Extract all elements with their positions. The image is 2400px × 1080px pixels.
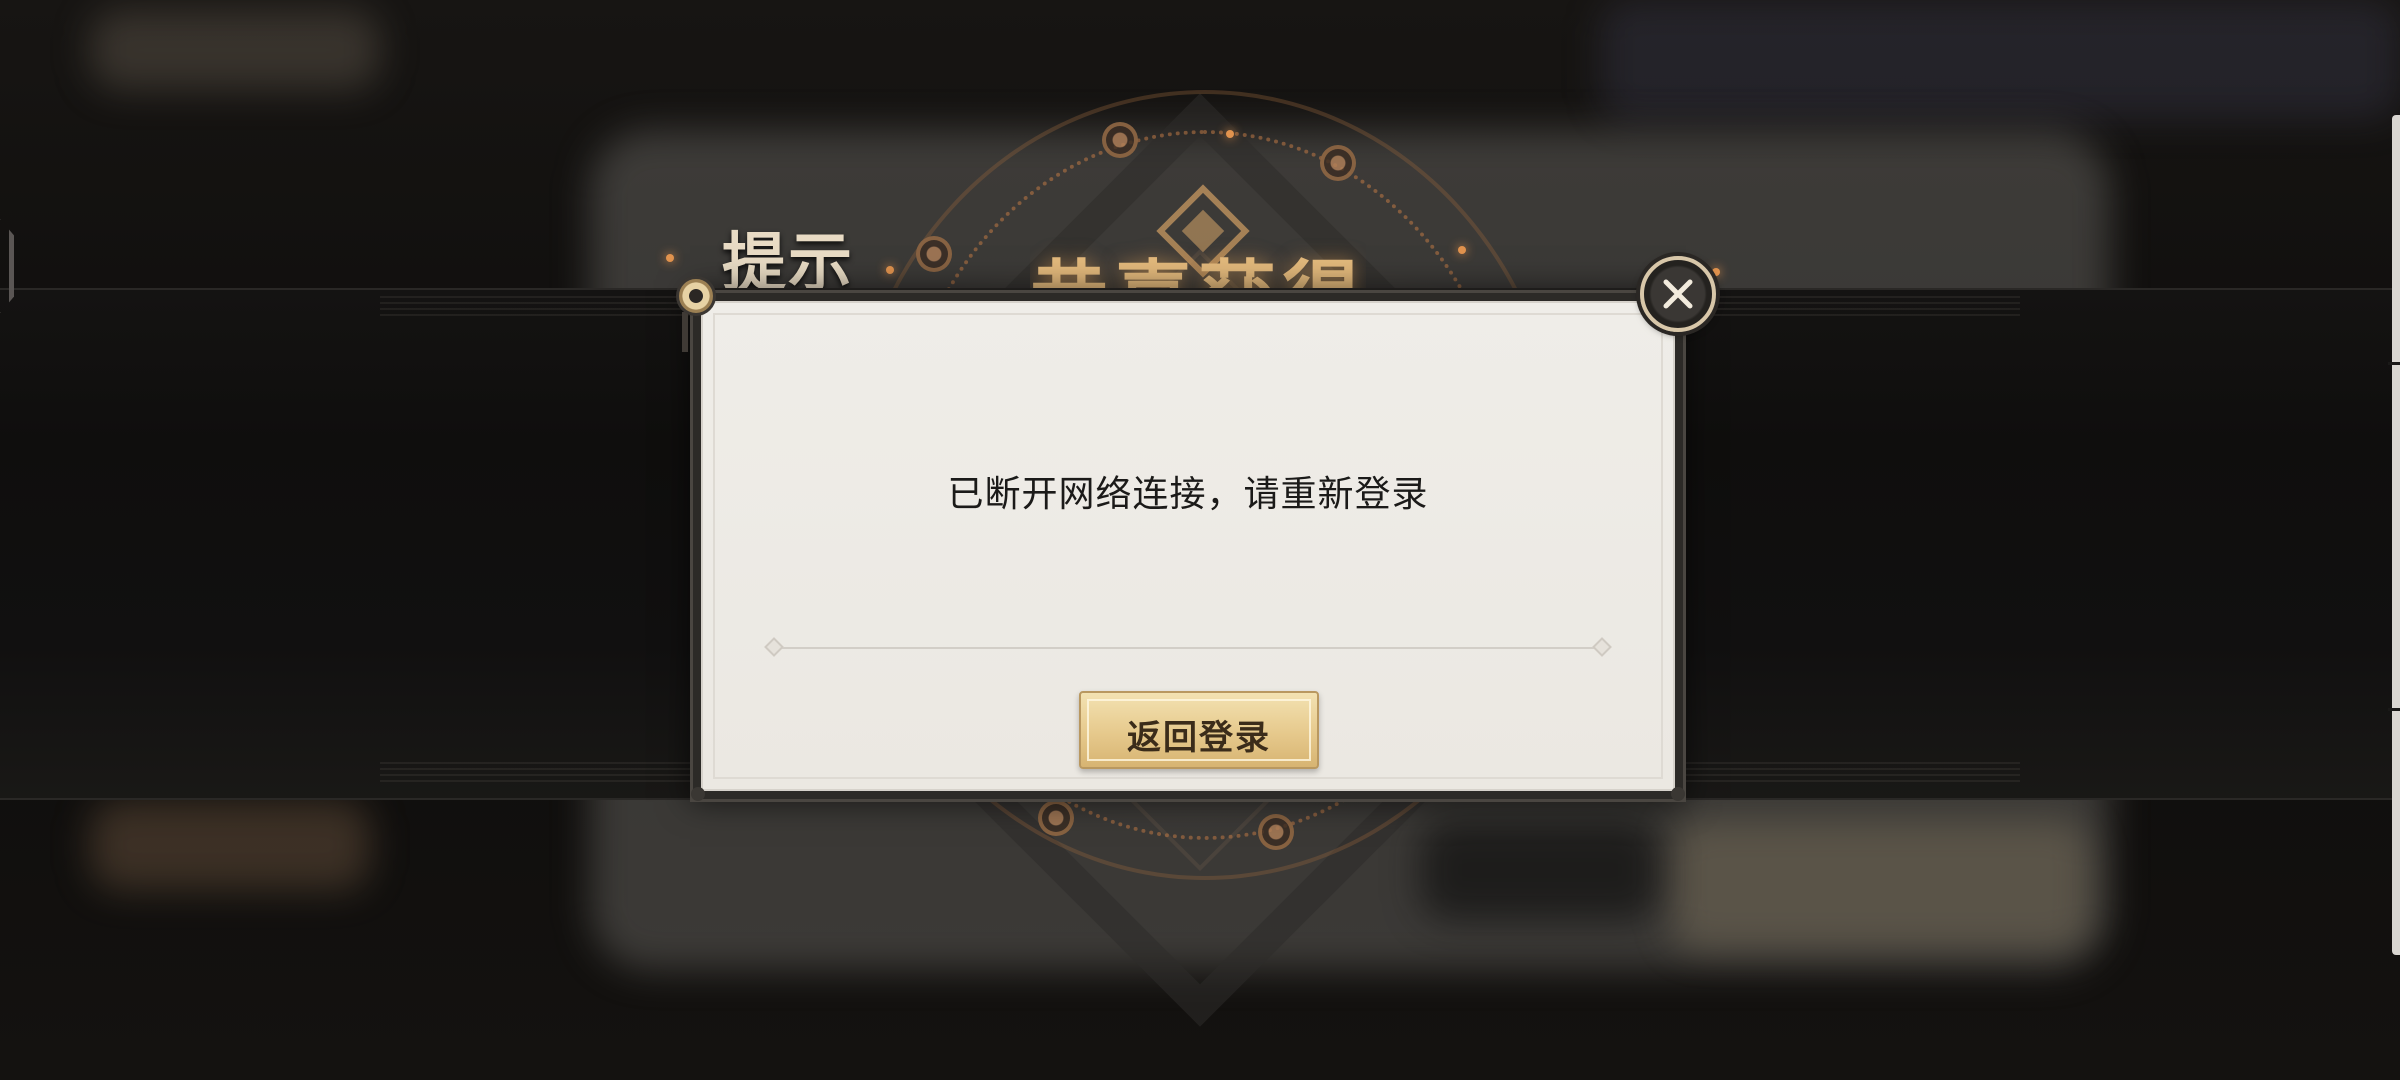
disconnect-dialog: 已断开网络连接，请重新登录 返回登录 <box>690 290 1686 802</box>
pin-icon <box>676 276 716 316</box>
ember-particle <box>886 266 894 274</box>
ember-particle <box>1712 268 1720 276</box>
close-button[interactable] <box>1640 256 1716 332</box>
background-panel <box>90 800 370 890</box>
dialog-body: 已断开网络连接，请重新登录 返回登录 <box>701 301 1675 791</box>
ring-node-icon <box>916 236 952 272</box>
ring-node-icon <box>1102 122 1138 158</box>
return-to-login-label: 返回登录 <box>1127 718 1271 758</box>
game-screen: 提示 恭喜获得 已断开网络连接，请重新登录 返回登录 <box>0 0 2400 1080</box>
corner-dot <box>1671 787 1685 801</box>
ring-node-icon <box>1258 814 1294 850</box>
background-panel <box>1420 820 1660 920</box>
background-panel <box>90 10 380 90</box>
ring-node-icon <box>1320 145 1356 181</box>
close-icon <box>1663 279 1693 309</box>
background-panel <box>1670 820 2090 950</box>
right-edge-bar <box>2392 115 2400 955</box>
right-edge-tick <box>2388 708 2400 711</box>
return-to-login-button[interactable]: 返回登录 <box>1079 691 1319 769</box>
right-edge-tick <box>2388 362 2400 365</box>
ember-particle <box>1226 130 1234 138</box>
ring-node-icon <box>1038 800 1074 836</box>
reward-title: 恭喜获得 <box>1030 235 1366 291</box>
background-panel <box>1600 0 2400 120</box>
divider <box>773 647 1603 649</box>
corner-dot <box>691 787 705 801</box>
pin-stem <box>682 312 688 352</box>
ember-particle <box>666 254 674 262</box>
ember-particle <box>1458 246 1466 254</box>
dialog-message: 已断开网络连接，请重新登录 <box>947 474 1429 515</box>
